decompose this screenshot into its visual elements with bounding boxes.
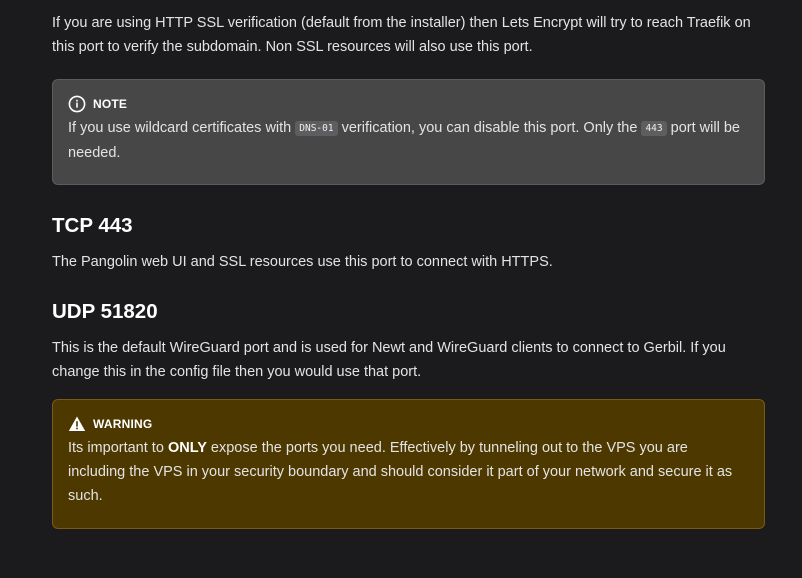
note-admonition: NOTE If you use wildcard certificates wi… [52,79,765,185]
note-title: NOTE [93,97,128,111]
info-circle-icon [68,95,86,113]
warning-text-part-1: Its important to [68,440,168,456]
port-443-code: 443 [641,121,667,136]
udp-51820-heading: UDP 51820 [52,300,158,323]
warning-text: Its important to ONLY expose the ports y… [68,436,749,508]
warning-heading: WARNING [68,414,749,434]
warning-title: WARNING [93,417,153,431]
note-heading: NOTE [68,94,749,114]
tcp-443-paragraph: The Pangolin web UI and SSL resources us… [52,254,553,270]
warning-emphasis: ONLY [167,440,207,456]
doc-content: If you are using HTTP SSL verification (… [52,0,772,529]
warning-admonition: WARNING Its important to ONLY expose the… [52,399,765,529]
warning-triangle-icon [68,415,86,433]
note-text: If you use wildcard certificates with DN… [68,116,749,165]
intro-paragraph: If you are using HTTP SSL verification (… [52,15,751,55]
dns-01-code: DNS-01 [295,121,338,136]
note-text-part-1: If you use wildcard certificates with [68,120,296,136]
udp-51820-paragraph: This is the default WireGuard port and i… [52,340,726,380]
note-text-part-2: verification, you can disable this port.… [337,120,642,136]
tcp-443-heading: TCP 443 [52,214,133,237]
